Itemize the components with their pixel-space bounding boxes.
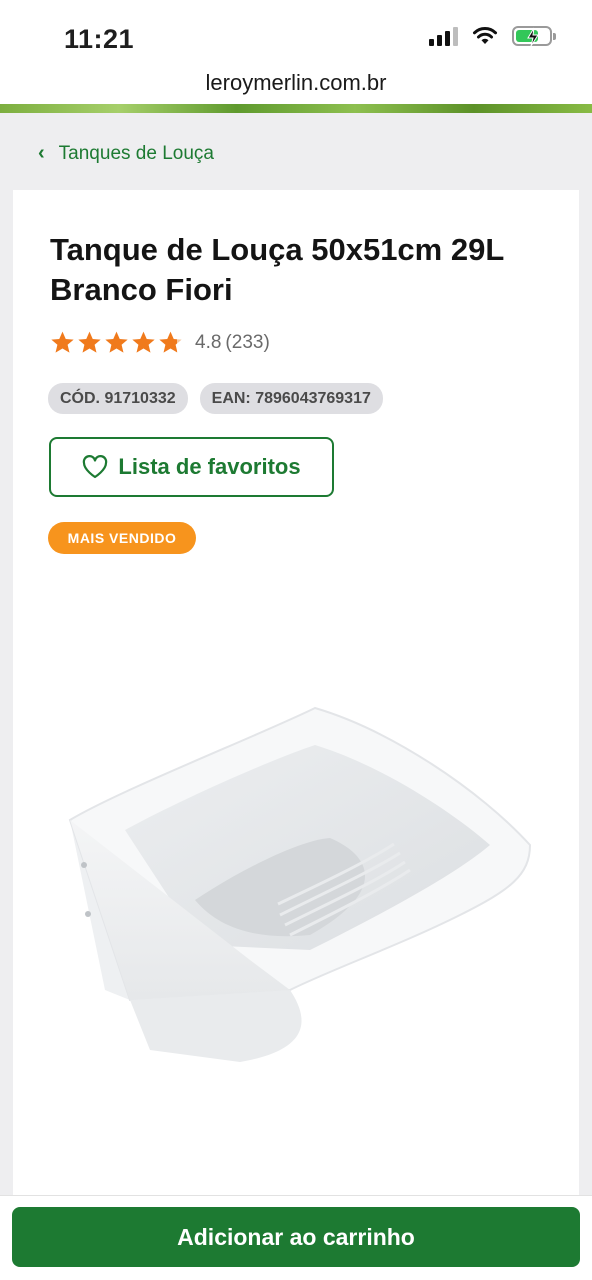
star-icon (132, 331, 155, 353)
star-icon (78, 331, 101, 353)
browser-url-bar[interactable]: leroymerlin.com.br (0, 64, 592, 104)
status-time: 11:21 (64, 24, 135, 54)
chevron-left-icon: ‹ (38, 142, 45, 164)
add-to-favorites-button[interactable]: Lista de favoritos (49, 437, 334, 497)
status-icons (429, 26, 556, 47)
laundry-sink-image[interactable] (60, 690, 540, 1070)
heart-icon (83, 455, 108, 479)
cellular-signal-icon (429, 26, 458, 46)
product-codes: CÓD. 91710332 EAN: 7896043769317 (48, 383, 383, 414)
best-seller-badge: MAIS VENDIDO (48, 522, 196, 554)
product-rating[interactable]: 4.8 (233) (50, 330, 270, 355)
battery-icon (512, 26, 556, 47)
promo-banner-strip (0, 104, 592, 113)
url-text: leroymerlin.com.br (205, 70, 387, 95)
rating-stars (50, 330, 183, 355)
status-bar: 11:21 (0, 0, 592, 64)
add-to-cart-button[interactable]: Adicionar ao carrinho (12, 1207, 580, 1267)
product-code-chip: CÓD. 91710332 (48, 383, 188, 414)
star-half-icon (159, 331, 182, 353)
wifi-icon (473, 27, 497, 44)
star-icon (51, 331, 74, 353)
rating-value: 4.8 (195, 331, 222, 353)
product-title: Tanque de Louça 50x51cm 29L Branco Fiori (50, 232, 504, 307)
ean-code-chip: EAN: 7896043769317 (199, 383, 383, 414)
breadcrumb-label: Tanques de Louça (58, 142, 214, 164)
star-icon (105, 331, 128, 353)
favorites-label: Lista de favoritos (118, 454, 301, 479)
breadcrumb[interactable]: ‹ Tanques de Louça (38, 142, 214, 165)
rating-count: (233) (225, 331, 270, 353)
